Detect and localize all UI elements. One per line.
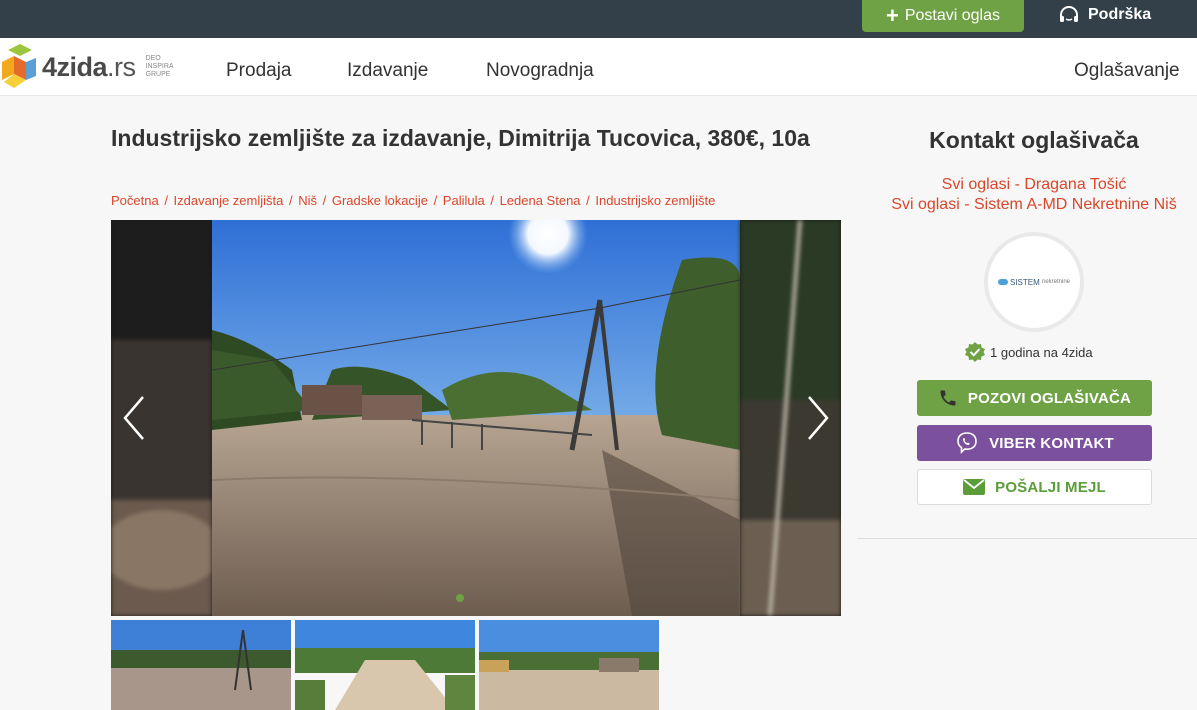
thumbnail-image bbox=[479, 620, 659, 710]
main-photo[interactable] bbox=[212, 220, 740, 616]
send-email-label: POŠALJI MEJL bbox=[995, 478, 1106, 496]
gallery-prev-button[interactable] bbox=[116, 390, 152, 446]
breadcrumb-item[interactable]: Ledena Stena bbox=[500, 193, 581, 208]
viber-contact-label: VIBER KONTAKT bbox=[989, 434, 1114, 452]
breadcrumb-item[interactable]: Početna bbox=[111, 193, 159, 208]
contact-title: Kontakt oglašivača bbox=[929, 127, 1139, 153]
nav-oglasavanje[interactable]: Oglašavanje bbox=[1074, 60, 1180, 82]
photo-gallery[interactable] bbox=[111, 220, 841, 616]
agency-logo: SISTEM nekretnine bbox=[997, 278, 1070, 287]
breadcrumb-item[interactable]: Gradske lokacije bbox=[332, 193, 428, 208]
post-ad-button[interactable]: + Postavi oglas bbox=[862, 0, 1024, 32]
viber-contact-button[interactable]: VIBER KONTAKT bbox=[917, 425, 1152, 461]
agency-avatar[interactable]: SISTEM nekretnine bbox=[984, 232, 1084, 332]
main-header: 4zida.rs DEO INSPIRA GRUPE Prodaja Izdav… bbox=[0, 38, 1197, 96]
site-logo[interactable]: 4zida.rs DEO INSPIRA GRUPE bbox=[2, 44, 182, 90]
viber-icon bbox=[957, 432, 977, 454]
chevron-left-icon bbox=[123, 396, 144, 440]
member-since: 1 godina na 4zida bbox=[964, 341, 1093, 363]
phone-icon bbox=[940, 390, 956, 406]
call-advertiser-button[interactable]: POZOVI OGLAŠIVAČA bbox=[917, 380, 1152, 416]
contact-divider bbox=[857, 538, 1197, 539]
post-ad-label: Postavi oglas bbox=[904, 7, 1001, 24]
breadcrumb-item[interactable]: Palilula bbox=[443, 193, 485, 208]
nav-izdavanje[interactable]: Izdavanje bbox=[347, 60, 428, 82]
logo-subtitle: DEO INSPIRA GRUPE bbox=[145, 55, 174, 78]
thumbnail[interactable] bbox=[479, 620, 659, 710]
breadcrumb-item[interactable]: Izdavanje zemljišta bbox=[174, 193, 284, 208]
thumbnail-image bbox=[295, 620, 475, 710]
breadcrumb: Početna / Izdavanje zemljišta / Niš / Gr… bbox=[111, 193, 716, 208]
logo-icon bbox=[2, 44, 36, 88]
gallery-indicator-dot[interactable] bbox=[456, 594, 464, 602]
plus-icon: + bbox=[885, 3, 899, 28]
thumbnail[interactable] bbox=[111, 620, 291, 710]
call-advertiser-label: POZOVI OGLAŠIVAČA bbox=[967, 389, 1132, 407]
chevron-right-icon bbox=[808, 396, 829, 440]
breadcrumb-item[interactable]: Niš bbox=[298, 193, 317, 208]
gallery-next-button[interactable] bbox=[800, 390, 836, 446]
mail-icon bbox=[963, 479, 986, 495]
verified-badge-icon bbox=[965, 342, 985, 362]
thumbnail-strip bbox=[111, 620, 659, 710]
member-since-label: 1 godina na 4zida bbox=[990, 344, 1093, 360]
agent-all-ads-link[interactable]: Svi oglasi - Dragana Tošić bbox=[860, 176, 1197, 194]
breadcrumb-item[interactable]: Industrijsko zemljište bbox=[595, 193, 715, 208]
nav-prodaja[interactable]: Prodaja bbox=[226, 60, 292, 82]
support-link[interactable]: Podrška bbox=[1058, 0, 1151, 30]
agency-all-ads-link[interactable]: Svi oglasi - Sistem A-MD Nekretnine Niš bbox=[860, 196, 1197, 214]
agency-logo-mark bbox=[997, 279, 1008, 285]
thumbnail[interactable] bbox=[295, 620, 475, 710]
support-label: Podrška bbox=[1088, 6, 1152, 23]
headset-icon bbox=[1060, 6, 1078, 22]
top-bar: + Postavi oglas Podrška bbox=[0, 0, 1197, 38]
logo-text: 4zida.rs bbox=[42, 51, 136, 82]
listing-title: Industrijsko zemljište za izdavanje, Dim… bbox=[111, 125, 810, 151]
send-email-button[interactable]: POŠALJI MEJL bbox=[917, 469, 1152, 505]
thumbnail-image bbox=[111, 620, 291, 710]
photo-image bbox=[212, 220, 740, 616]
nav-novogradnja[interactable]: Novogradnja bbox=[486, 60, 594, 82]
